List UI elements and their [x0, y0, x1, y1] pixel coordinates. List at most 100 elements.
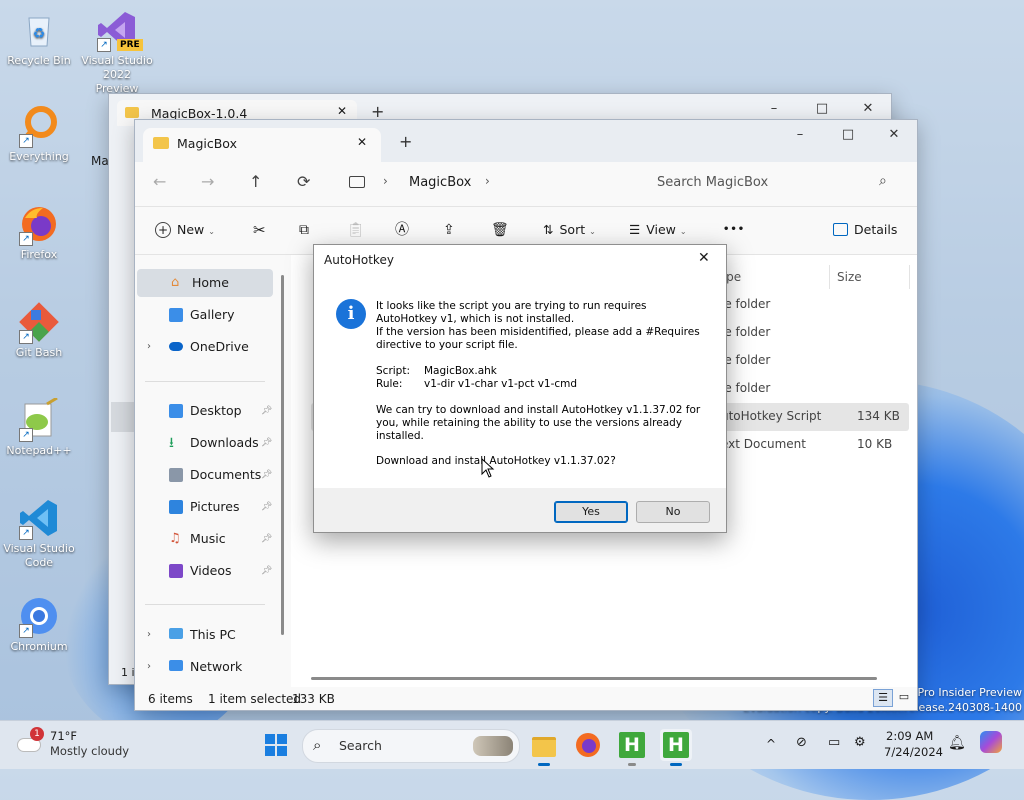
clock-time[interactable]: 2:09 AM — [886, 729, 933, 743]
new-button[interactable]: + New ⌄ — [155, 216, 215, 244]
breadcrumb[interactable]: MagicBox — [409, 175, 471, 190]
details-pane-icon — [833, 223, 848, 236]
dialog-close-button[interactable]: ✕ — [698, 250, 710, 266]
table-row[interactable]: ext Document 10 KB — [721, 431, 909, 459]
copilot-icon[interactable] — [980, 731, 1002, 753]
back-partial-label: 1 i — [121, 666, 135, 679]
pin-icon[interactable]: 📌︎ — [261, 557, 272, 585]
weather-description: Mostly cloudy — [50, 744, 130, 758]
new-tab-button[interactable]: + — [399, 132, 412, 151]
paste-icon[interactable]: 📋︎ — [347, 216, 365, 244]
forward-arrow-icon[interactable]: → — [201, 172, 214, 191]
breadcrumb-chevron-icon[interactable]: › — [485, 174, 490, 188]
address-bar[interactable]: › MagicBox › — [335, 168, 631, 198]
expand-chevron-icon[interactable]: › — [147, 653, 151, 681]
taskbar-autohotkey-2[interactable]: H — [660, 729, 692, 766]
desktop-icon-firefox[interactable]: ↗ Firefox — [2, 202, 76, 262]
nav-scrollbar[interactable] — [281, 275, 284, 635]
weather-widget[interactable]: 1 71°F Mostly cloudy — [14, 727, 144, 763]
download-arrow-icon: ⭳ — [169, 435, 174, 451]
accessibility-icon[interactable]: ⚙︎ — [854, 735, 866, 750]
notification-bell-icon[interactable]: 🔔︎ — [948, 735, 966, 751]
pin-icon[interactable]: 📌︎ — [261, 429, 272, 457]
autohotkey-dialog[interactable]: AutoHotkey ✕ i It looks like the script … — [313, 244, 727, 533]
desktop-icon-vscode[interactable]: ↗ Visual Studio Code — [2, 496, 76, 570]
nav-item-documents[interactable]: Documents 📌︎ — [135, 461, 272, 489]
desktop-icon-visual-studio-preview[interactable]: PRE ↗ Visual Studio 2022 Preview — [80, 8, 154, 96]
tray-overflow-chevron[interactable]: ^ — [766, 737, 776, 751]
no-button[interactable]: No — [636, 501, 710, 523]
up-arrow-icon[interactable]: ↑ — [249, 172, 262, 191]
refresh-icon[interactable]: ⟳ — [297, 172, 310, 191]
nav-item-this-pc[interactable]: › This PC — [135, 621, 272, 649]
pin-icon[interactable]: 📌︎ — [261, 461, 272, 489]
nav-item-desktop[interactable]: Desktop 📌︎ — [135, 397, 272, 425]
taskbar-file-explorer[interactable] — [528, 729, 560, 766]
nav-item-pictures[interactable]: Pictures 📌︎ — [135, 493, 272, 521]
pin-icon[interactable]: 📌︎ — [261, 525, 272, 553]
back-nav-highlight — [111, 402, 135, 432]
details-button[interactable]: Details — [833, 216, 897, 244]
desktop-icon-chromium[interactable]: ↗ Chromium — [2, 594, 76, 654]
tab-close-icon[interactable]: ✕ — [357, 135, 367, 149]
desktop-icon-git-bash[interactable]: ↗ Git Bash — [2, 300, 76, 360]
pin-icon[interactable]: 📌︎ — [261, 493, 272, 521]
details-view-toggle[interactable]: ☰ — [873, 689, 893, 707]
nav-item-videos[interactable]: Videos 📌︎ — [135, 557, 272, 585]
explorer-tab[interactable]: MagicBox ✕ — [143, 128, 381, 162]
file-type: ext Document — [721, 437, 806, 451]
more-options-icon[interactable]: ••• — [723, 216, 745, 244]
taskbar-search-box[interactable]: ⌕ Search — [302, 729, 520, 763]
table-row[interactable]: le folder — [721, 319, 909, 347]
search-icon[interactable]: ⌕ — [879, 173, 887, 189]
nav-item-music[interactable]: ♫ Music 📌︎ — [135, 525, 272, 553]
desktop-icon-recycle-bin[interactable]: ♻ Recycle Bin — [2, 8, 76, 68]
network-disconnected-icon[interactable]: ⊘ — [796, 735, 807, 750]
search-box[interactable]: Search MagicBox ⌕ — [639, 168, 905, 198]
navigation-pane[interactable]: ⌂ Home Gallery › OneDrive Desktop 📌︎ ⭳ D… — [135, 255, 290, 687]
expand-chevron-icon[interactable]: › — [147, 333, 151, 361]
taskbar-firefox[interactable] — [572, 729, 604, 761]
pin-icon[interactable]: 📌︎ — [261, 397, 272, 425]
sort-button-label: Sort — [559, 222, 586, 237]
view-button[interactable]: ☰ View ⌄ — [629, 216, 687, 244]
start-button[interactable] — [260, 729, 292, 761]
dialog-message-line: If the version has been misidentified, p… — [376, 326, 700, 338]
horizontal-scrollbar[interactable] — [311, 677, 877, 680]
tiles-view-toggle[interactable]: ▭ — [895, 689, 913, 705]
copy-icon[interactable]: ⧉ — [299, 216, 309, 244]
table-row[interactable]: le folder — [721, 291, 909, 319]
nav-item-network[interactable]: › Network — [135, 653, 272, 681]
close-button[interactable]: ✕ — [871, 120, 917, 150]
back-arrow-icon[interactable]: ← — [153, 172, 166, 191]
desktop-icon-label: Visual Studio 2022 Preview — [81, 54, 153, 95]
chromium-icon: ↗ — [17, 594, 61, 638]
share-icon[interactable]: ⇪ — [443, 216, 455, 244]
rename-icon[interactable]: Ⓐ — [395, 216, 409, 244]
column-header-size[interactable]: Size — [837, 265, 862, 289]
dialog-message-line: installed. — [376, 430, 424, 442]
desktop-icon-notepad-plus-plus[interactable]: ↗ Notepad++ — [2, 396, 76, 458]
nav-item-downloads[interactable]: ⭳ Downloads 📌︎ — [135, 429, 272, 457]
sort-button[interactable]: ⇅ Sort ⌄ — [543, 216, 596, 244]
nav-item-gallery[interactable]: Gallery — [135, 301, 272, 329]
yes-button[interactable]: Yes — [554, 501, 628, 523]
git-bash-icon: ↗ — [17, 300, 61, 344]
nav-divider — [145, 604, 265, 605]
minimize-button[interactable]: – — [777, 120, 823, 150]
taskbar: 1 71°F Mostly cloudy ⌕ Search H H ^ ⊘ ▭ … — [0, 720, 1024, 769]
delete-icon[interactable]: 🗑︎ — [491, 216, 509, 244]
search-input[interactable]: Search MagicBox — [657, 175, 768, 190]
expand-chevron-icon[interactable]: › — [147, 621, 151, 649]
nav-item-onedrive[interactable]: › OneDrive — [135, 333, 272, 361]
cut-icon[interactable]: ✂ — [253, 216, 266, 244]
desktop-icon-everything[interactable]: ↗ Everything — [2, 104, 76, 164]
back-tab-close-icon[interactable]: ✕ — [337, 104, 347, 118]
taskbar-autohotkey-1[interactable]: H — [616, 729, 648, 766]
nav-item-home[interactable]: ⌂ Home — [137, 269, 273, 297]
clock-date[interactable]: 7/24/2024 — [884, 745, 943, 759]
display-icon[interactable]: ▭ — [828, 735, 840, 750]
table-row[interactable]: le folder — [721, 347, 909, 375]
maximize-button[interactable]: □ — [825, 120, 871, 150]
table-row[interactable]: le folder — [721, 375, 909, 403]
